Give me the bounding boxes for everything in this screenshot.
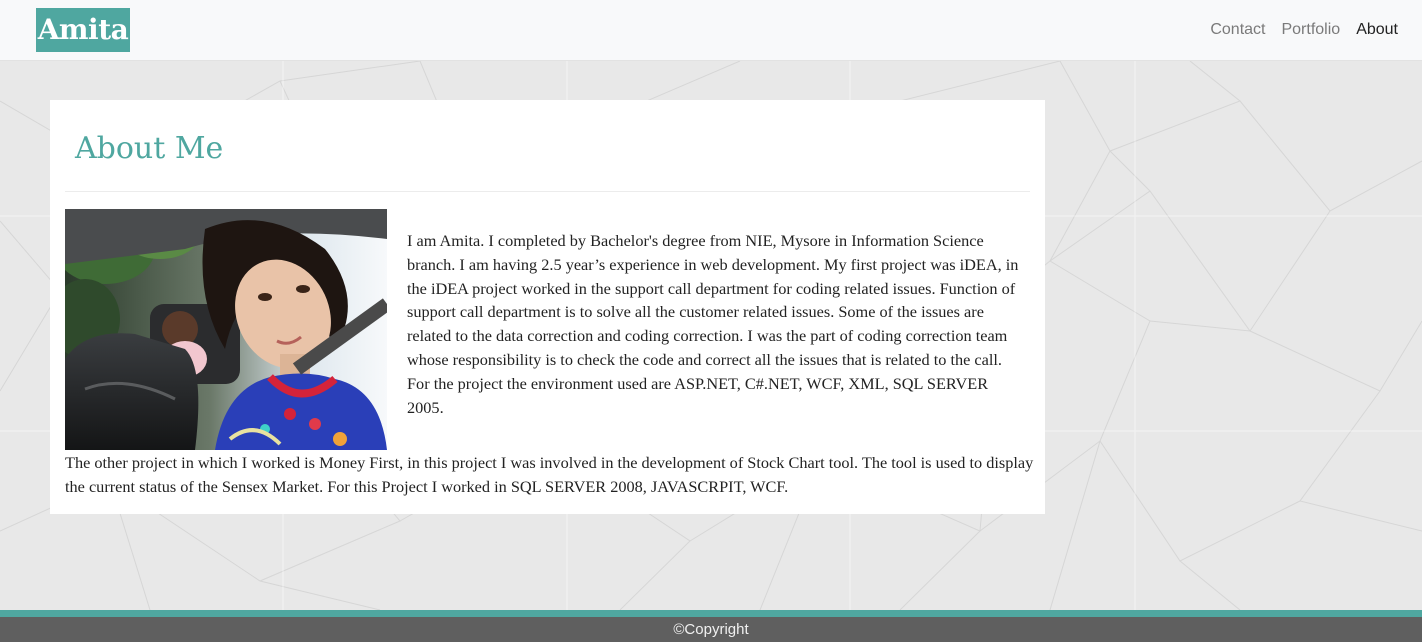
nav-link-about[interactable]: About bbox=[1356, 19, 1398, 41]
copyright-text: ©Copyright bbox=[673, 621, 749, 638]
footer-accent-bar bbox=[0, 610, 1422, 617]
nav-link-contact[interactable]: Contact bbox=[1210, 19, 1265, 41]
profile-photo-illustration bbox=[65, 209, 387, 450]
top-navbar: Amita Contact Portfolio About bbox=[0, 0, 1422, 61]
footer: ©Copyright bbox=[0, 617, 1422, 642]
about-paragraph-2: The other project in which I worked is M… bbox=[65, 453, 1034, 496]
brand-logo[interactable]: Amita bbox=[36, 8, 130, 52]
nav-link-portfolio[interactable]: Portfolio bbox=[1281, 19, 1340, 41]
about-card: About Me I am Amita. I completed by Bach… bbox=[50, 100, 1045, 514]
profile-photo bbox=[65, 209, 387, 450]
about-paragraph-1: I am Amita. I completed by Bachelor's de… bbox=[407, 231, 1019, 417]
title-divider bbox=[65, 191, 1030, 192]
nav-links: Contact Portfolio About bbox=[1210, 19, 1398, 41]
page-title: About Me bbox=[75, 131, 224, 166]
